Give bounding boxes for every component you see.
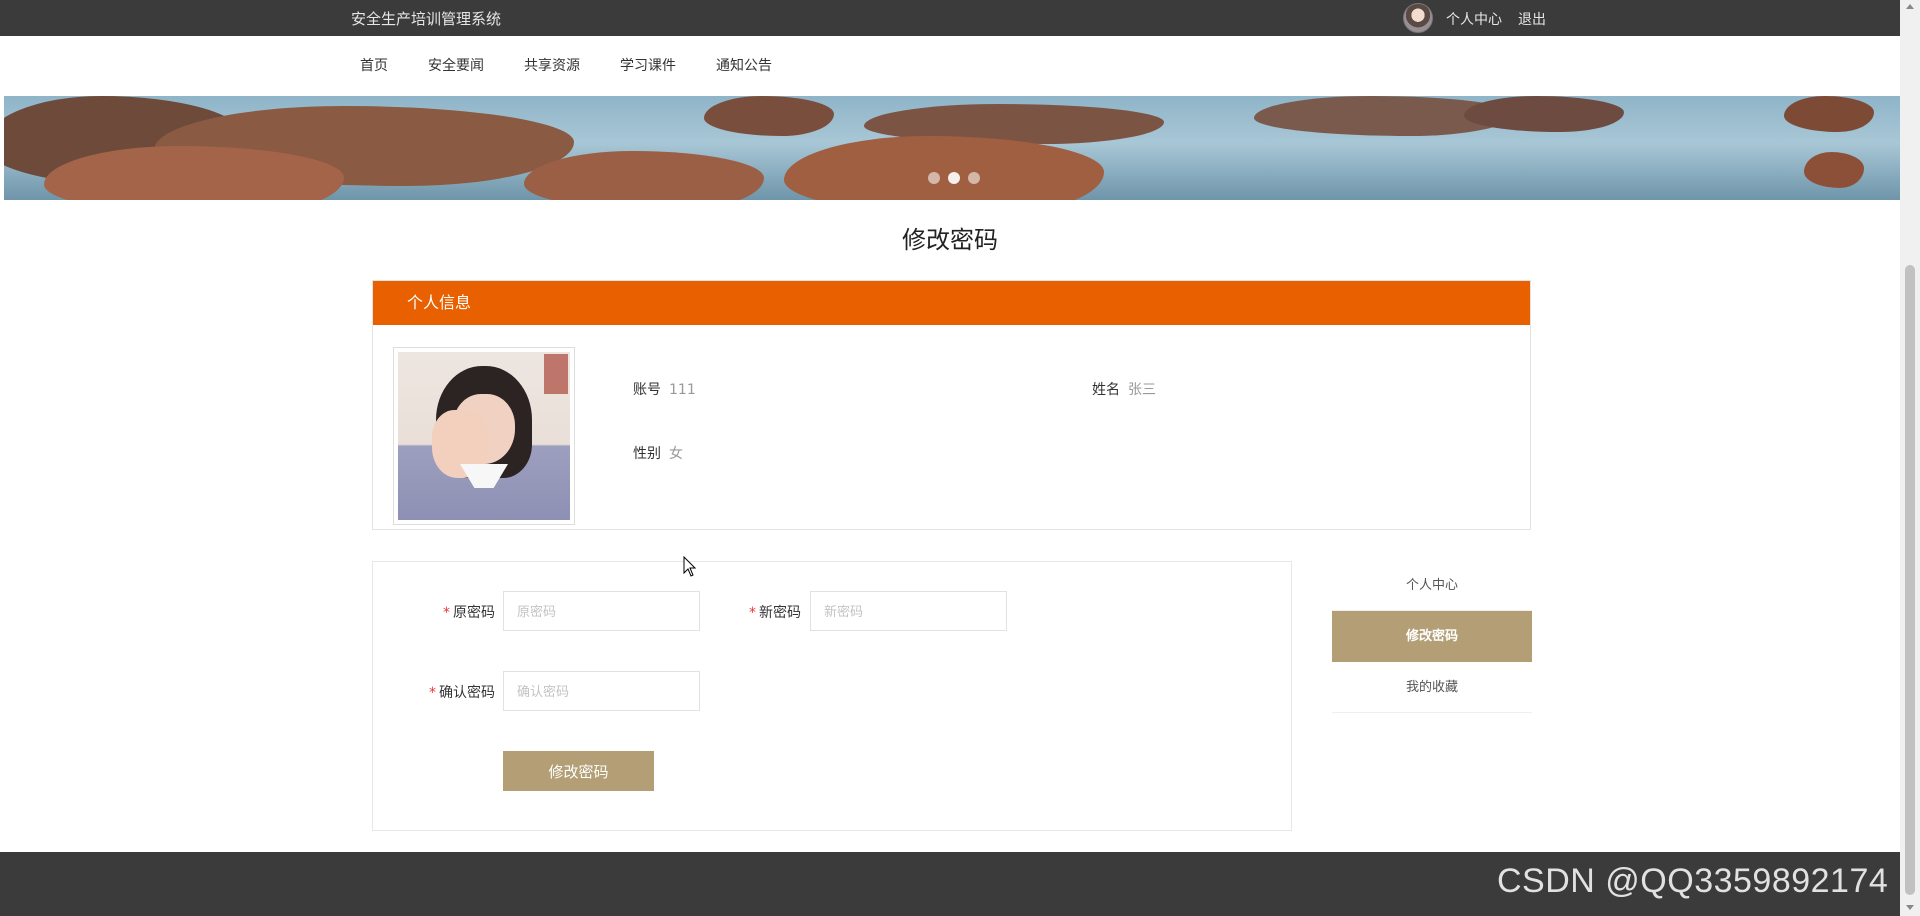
gender-value: 女 [669, 446, 683, 462]
photo-collar [460, 464, 508, 488]
side-item-change-password[interactable]: 修改密码 [1332, 611, 1532, 662]
required-mark: * [749, 605, 756, 621]
change-password-button[interactable]: 修改密码 [503, 751, 654, 791]
scroll-down-arrow-icon[interactable] [1906, 905, 1914, 910]
nav-item-safety-news[interactable]: 安全要闻 [428, 55, 484, 75]
carousel-dot[interactable] [928, 172, 940, 184]
banner-rock [784, 136, 1104, 200]
scrollbar-thumb[interactable] [1905, 265, 1915, 895]
new-password-label-text: 新密码 [759, 605, 801, 621]
gender-label: 性别 [633, 446, 661, 462]
banner-carousel[interactable] [4, 96, 1900, 200]
personal-center-link[interactable]: 个人中心 [1446, 9, 1502, 29]
profile-photo [393, 347, 575, 525]
scroll-up-arrow-icon[interactable] [1906, 4, 1914, 9]
account-label: 账号 [633, 382, 661, 398]
new-password-input[interactable] [810, 591, 1007, 631]
old-password-label-text: 原密码 [453, 605, 495, 621]
banner-rock [1804, 152, 1864, 188]
logout-link[interactable]: 退出 [1518, 9, 1546, 29]
nav-item-shared-resources[interactable]: 共享资源 [524, 55, 580, 75]
old-password-input[interactable] [503, 591, 700, 631]
top-bar: 安全生产培训管理系统 个人中心 退出 [0, 0, 1900, 36]
photo-decor [544, 354, 568, 394]
banner-rock [1784, 96, 1874, 132]
required-mark: * [443, 605, 450, 621]
mouse-cursor-icon [683, 556, 697, 577]
carousel-indicators [928, 172, 980, 184]
page-title: 修改密码 [902, 226, 998, 254]
required-mark: * [429, 685, 436, 701]
carousel-dot-active[interactable] [948, 172, 960, 184]
user-avatar[interactable] [1403, 3, 1433, 33]
account-field: 账号 111 [633, 379, 696, 399]
side-menu: 个人中心 修改密码 我的收藏 [1332, 560, 1532, 713]
banner-rock [1464, 96, 1624, 132]
site-title: 安全生产培训管理系统 [351, 10, 502, 28]
nav-item-home[interactable]: 首页 [360, 55, 388, 75]
profile-photo-image [398, 352, 570, 520]
side-item-favorites[interactable]: 我的收藏 [1332, 662, 1532, 713]
name-label: 姓名 [1092, 382, 1120, 398]
confirm-password-input[interactable] [503, 671, 700, 711]
account-value: 111 [669, 382, 696, 398]
page-scrollbar[interactable] [1900, 0, 1920, 916]
nav-item-notices[interactable]: 通知公告 [716, 55, 772, 75]
watermark: CSDN @QQ3359892174 [1497, 862, 1889, 900]
profile-card: 个人信息 账号 111 姓名 张三 性别女 [372, 280, 1531, 530]
gender-field: 性别女 [633, 443, 683, 463]
password-form: * 原密码 * 新密码 * 确认密码 修改密码 [372, 561, 1292, 831]
banner-rock [704, 96, 834, 136]
side-item-personal-center[interactable]: 个人中心 [1332, 560, 1532, 611]
confirm-password-label: * 确认密码 [403, 682, 495, 702]
carousel-dot[interactable] [968, 172, 980, 184]
main-nav: 首页 安全要闻 共享资源 学习课件 通知公告 [0, 36, 1900, 96]
old-password-label: * 原密码 [413, 602, 495, 622]
name-field: 姓名 张三 [1092, 379, 1156, 399]
nav-item-courseware[interactable]: 学习课件 [620, 55, 676, 75]
profile-section-title: 个人信息 [373, 281, 1530, 325]
name-value: 张三 [1128, 382, 1156, 398]
banner-rock [524, 151, 764, 200]
confirm-password-label-text: 确认密码 [439, 685, 495, 701]
new-password-label: * 新密码 [719, 602, 801, 622]
